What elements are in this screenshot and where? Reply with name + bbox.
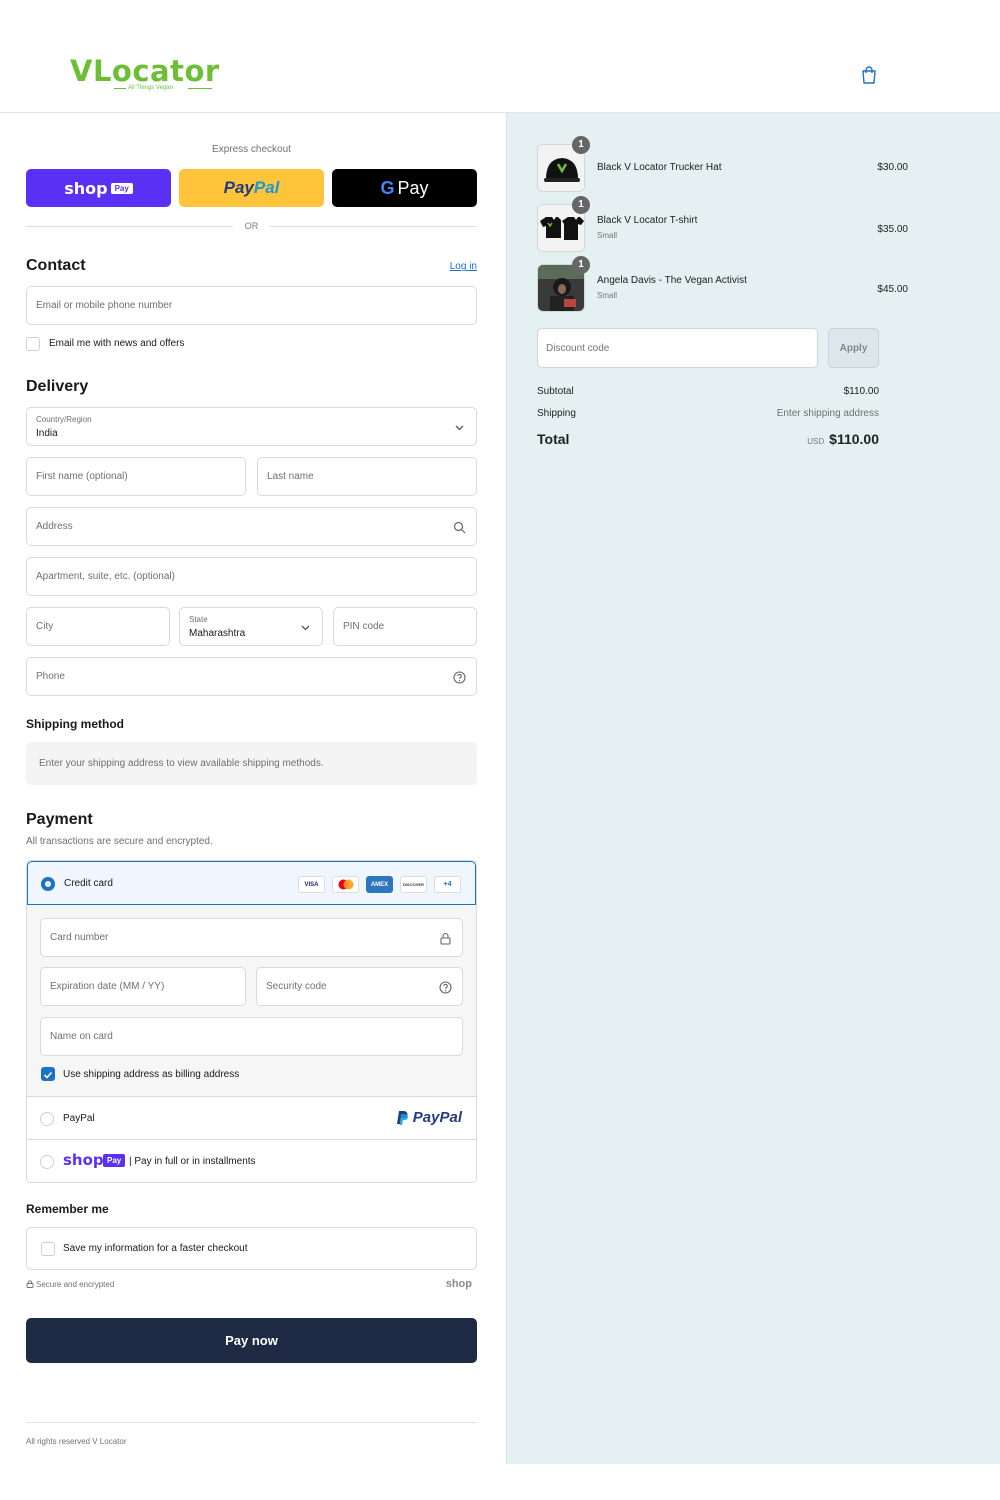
paypal-button[interactable]: Pay Pal <box>179 169 324 207</box>
name-on-card-field[interactable]: Name on card <box>40 1017 463 1056</box>
quantity-badge: 1 <box>572 196 590 214</box>
mastercard-icon <box>332 876 359 893</box>
shop-pay-option[interactable]: shop Pay | Pay in full or in installment… <box>27 1140 476 1182</box>
billing-same-label: Use shipping address as billing address <box>63 1069 240 1080</box>
newsletter-label: Email me with news and offers <box>49 338 185 349</box>
total-row: Total USD $110.00 <box>537 431 879 447</box>
save-info-checkbox[interactable] <box>41 1242 55 1256</box>
chevron-down-icon <box>455 425 464 431</box>
pay-now-button[interactable]: Pay now <box>26 1318 477 1363</box>
amex-icon: AMEX <box>366 876 393 893</box>
credit-card-form: Card number Expiration date (MM / YY) Se… <box>27 905 476 1097</box>
google-pay-button[interactable]: G Pay <box>332 169 477 207</box>
cart-item: 1 Angela Davis - The Vegan Activist Smal… <box>537 256 908 312</box>
apply-discount-button[interactable]: Apply <box>828 328 879 368</box>
delivery-heading: Delivery <box>26 378 89 395</box>
quantity-badge: 1 <box>572 136 590 154</box>
address-field[interactable]: Address <box>26 507 477 546</box>
shop-logo: shop <box>445 1278 472 1290</box>
paypal-option[interactable]: PayPal PayPal <box>27 1097 476 1140</box>
brand-name: VLocator <box>70 54 220 88</box>
brand-logo[interactable]: VLocator All Things Vegan <box>70 55 220 95</box>
discover-icon: DISCOVER <box>400 876 427 893</box>
paypal-radio[interactable] <box>40 1112 54 1126</box>
security-code-field[interactable]: Security code <box>256 967 463 1006</box>
or-divider: OR <box>244 221 259 231</box>
billing-same-checkbox[interactable] <box>41 1067 55 1081</box>
subtotal-value: $110.00 <box>843 386 879 397</box>
visa-icon: VISA <box>298 876 325 893</box>
paypal-logo: PayPal <box>396 1109 462 1126</box>
quantity-badge: 1 <box>572 256 590 274</box>
payment-heading: Payment <box>26 811 93 828</box>
credit-card-option[interactable]: Credit card VISA AMEX DISCOVER +4 <box>27 861 476 905</box>
express-checkout-title: Express checkout <box>212 144 291 155</box>
shop-pay-radio[interactable] <box>40 1155 54 1169</box>
expiry-field[interactable]: Expiration date (MM / YY) <box>40 967 246 1006</box>
shopping-bag-icon[interactable] <box>861 66 877 84</box>
google-icon: G <box>380 177 395 198</box>
item-name: Angela Davis - The Vegan Activist <box>597 275 747 286</box>
shipping-row: Shipping Enter shipping address <box>537 408 879 419</box>
cart-item: 1 Black V Locator T-shirt Small $35.00 <box>537 196 908 252</box>
apartment-field[interactable]: Apartment, suite, etc. (optional) <box>26 557 477 596</box>
save-info-label: Save my information for a faster checkou… <box>63 1243 248 1254</box>
lock-icon <box>440 932 451 945</box>
item-price: $35.00 <box>877 224 908 235</box>
phone-field[interactable]: Phone <box>26 657 477 696</box>
card-brand-logos: VISA AMEX DISCOVER +4 <box>298 876 461 893</box>
state-select[interactable]: State Maharashtra <box>179 607 323 646</box>
chevron-down-icon <box>301 625 310 631</box>
subtotal-row: Subtotal $110.00 <box>537 386 879 397</box>
item-name: Black V Locator Trucker Hat <box>597 162 722 173</box>
newsletter-checkbox[interactable] <box>26 337 40 351</box>
country-select[interactable]: Country/Region India <box>26 407 477 446</box>
payment-methods: Credit card VISA AMEX DISCOVER +4 Card n… <box>26 860 477 1183</box>
save-info-option[interactable]: Save my information for a faster checkou… <box>26 1227 477 1270</box>
shipping-value: Enter shipping address <box>776 408 879 419</box>
paypal-icon <box>396 1110 408 1125</box>
search-icon <box>453 521 466 534</box>
more-cards-badge: +4 <box>434 876 461 893</box>
help-circle-icon[interactable] <box>453 671 466 684</box>
header: VLocator All Things Vegan <box>0 0 1000 113</box>
payment-subtitle: All transactions are secure and encrypte… <box>26 836 213 847</box>
contact-heading: Contact <box>26 257 86 274</box>
item-price: $30.00 <box>877 162 908 173</box>
remember-me-heading: Remember me <box>26 1202 109 1216</box>
shipping-method-heading: Shipping method <box>26 717 124 731</box>
pin-code-field[interactable]: PIN code <box>333 607 477 646</box>
first-name-field[interactable]: First name (optional) <box>26 457 246 496</box>
order-summary: 1 Black V Locator Trucker Hat $30.00 1 B… <box>506 113 1000 1464</box>
city-field[interactable]: City <box>26 607 170 646</box>
footer-copyright: All rights reserved V Locator <box>26 1437 127 1446</box>
secure-note: Secure and encrypted <box>26 1280 114 1289</box>
item-price: $45.00 <box>877 284 908 295</box>
shipping-method-message: Enter your shipping address to view avai… <box>26 742 477 785</box>
login-link[interactable]: Log in <box>450 261 477 272</box>
help-circle-icon[interactable] <box>439 981 452 994</box>
total-value: $110.00 <box>829 431 879 447</box>
item-variant: Small <box>597 231 618 240</box>
credit-card-radio[interactable] <box>41 877 55 891</box>
checkmark-icon <box>43 1071 53 1079</box>
item-variant: Small <box>597 291 618 300</box>
email-field[interactable]: Email or mobile phone number <box>26 286 477 325</box>
shop-pay-button[interactable]: shop Pay <box>26 169 171 207</box>
lock-icon <box>26 1280 34 1288</box>
cart-item: 1 Black V Locator Trucker Hat $30.00 <box>537 136 908 192</box>
last-name-field[interactable]: Last name <box>257 457 477 496</box>
discount-code-input[interactable] <box>537 328 818 368</box>
item-name: Black V Locator T-shirt <box>597 215 698 226</box>
brand-tagline: All Things Vegan <box>128 85 173 91</box>
card-number-field[interactable]: Card number <box>40 918 463 957</box>
currency-code: USD <box>807 437 825 446</box>
